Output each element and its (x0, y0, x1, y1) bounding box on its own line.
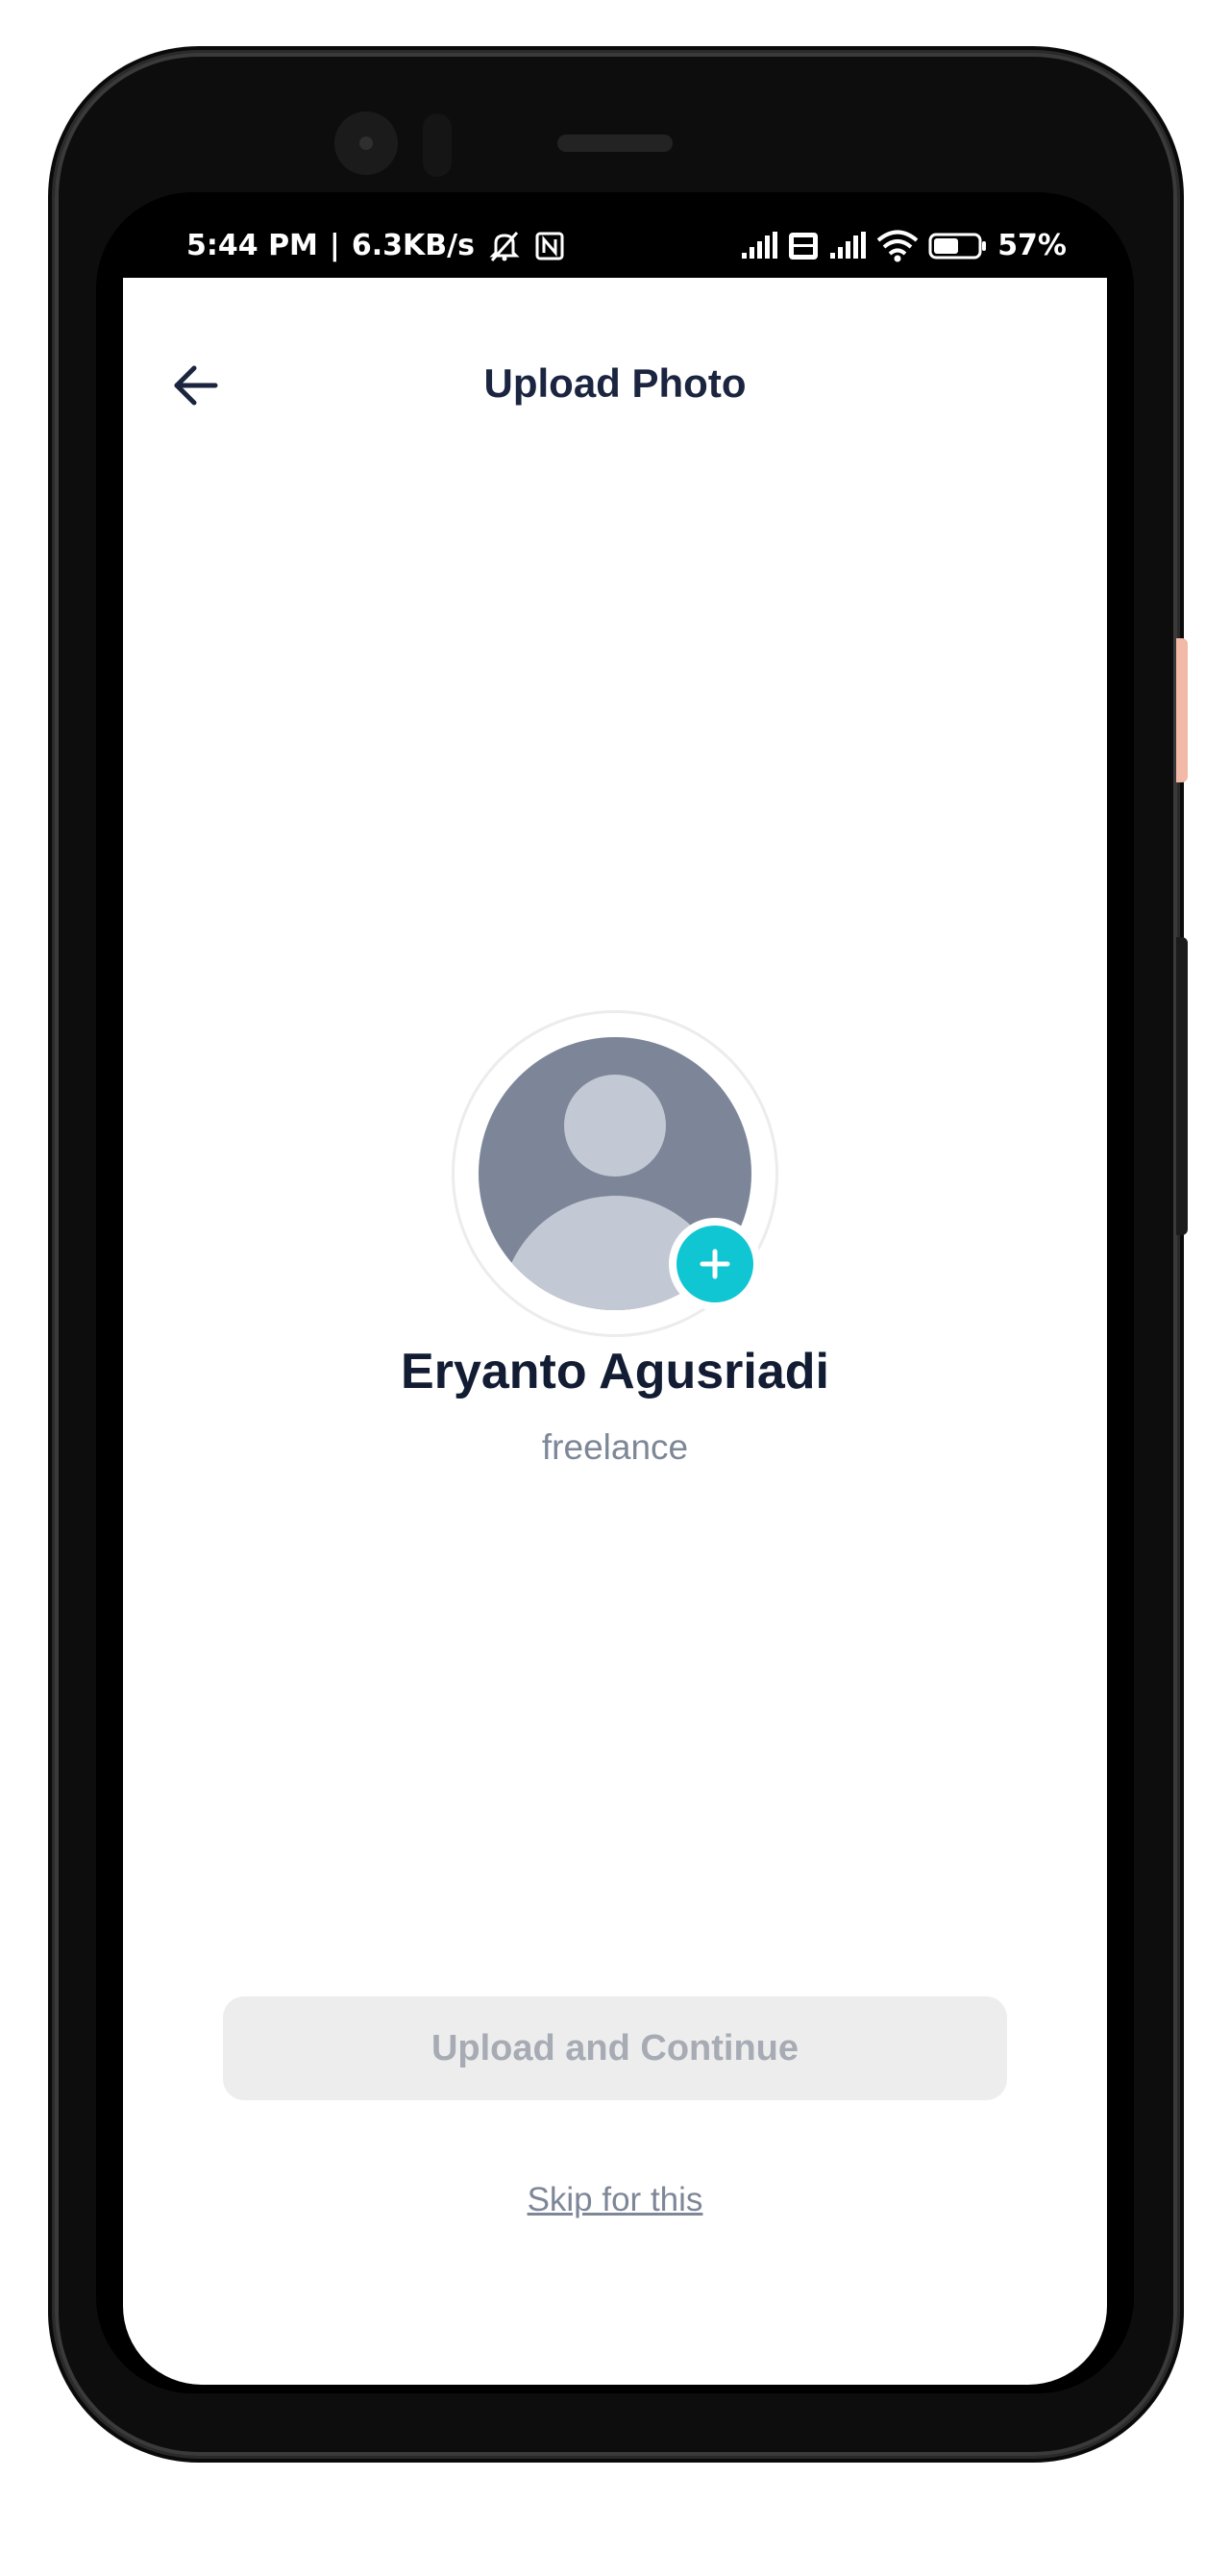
network-speed: 6.3KB/s (351, 229, 475, 262)
app-screen: Upload Photo Eryanto Agusriadi freelance… (123, 278, 1107, 2385)
upload-and-continue-button[interactable]: Upload and Continue (223, 1996, 1007, 2100)
add-photo-circle (676, 1226, 753, 1302)
earpiece-speaker (557, 135, 673, 152)
skip-link[interactable]: Skip for this (123, 2181, 1107, 2219)
proximity-sensor (423, 113, 452, 177)
volte-icon (788, 232, 819, 260)
app-header: Upload Photo (123, 278, 1107, 489)
user-name: Eryanto Agusriadi (401, 1344, 829, 1399)
status-right: 57% (740, 229, 1067, 262)
mute-icon (486, 230, 523, 262)
signal-icon (740, 231, 778, 260)
status-bar: 5:44 PM | 6.3KB/s 57% (123, 221, 1107, 279)
status-left: 5:44 PM | 6.3KB/s (186, 229, 565, 262)
status-time: 5:44 PM (186, 229, 318, 262)
status-separator: | (329, 229, 340, 262)
nfc-icon (534, 231, 565, 261)
wifi-icon (876, 230, 919, 262)
battery-percent: 57% (997, 229, 1067, 262)
volume-button (1176, 937, 1188, 1235)
page-title: Upload Photo (483, 360, 747, 406)
user-role: freelance (541, 1427, 689, 1467)
signal-icon (828, 231, 867, 260)
add-photo-button[interactable] (669, 1218, 761, 1310)
front-camera-icon (334, 111, 398, 175)
power-button (1176, 638, 1188, 782)
plus-icon (699, 1248, 731, 1280)
battery-icon (928, 232, 988, 260)
